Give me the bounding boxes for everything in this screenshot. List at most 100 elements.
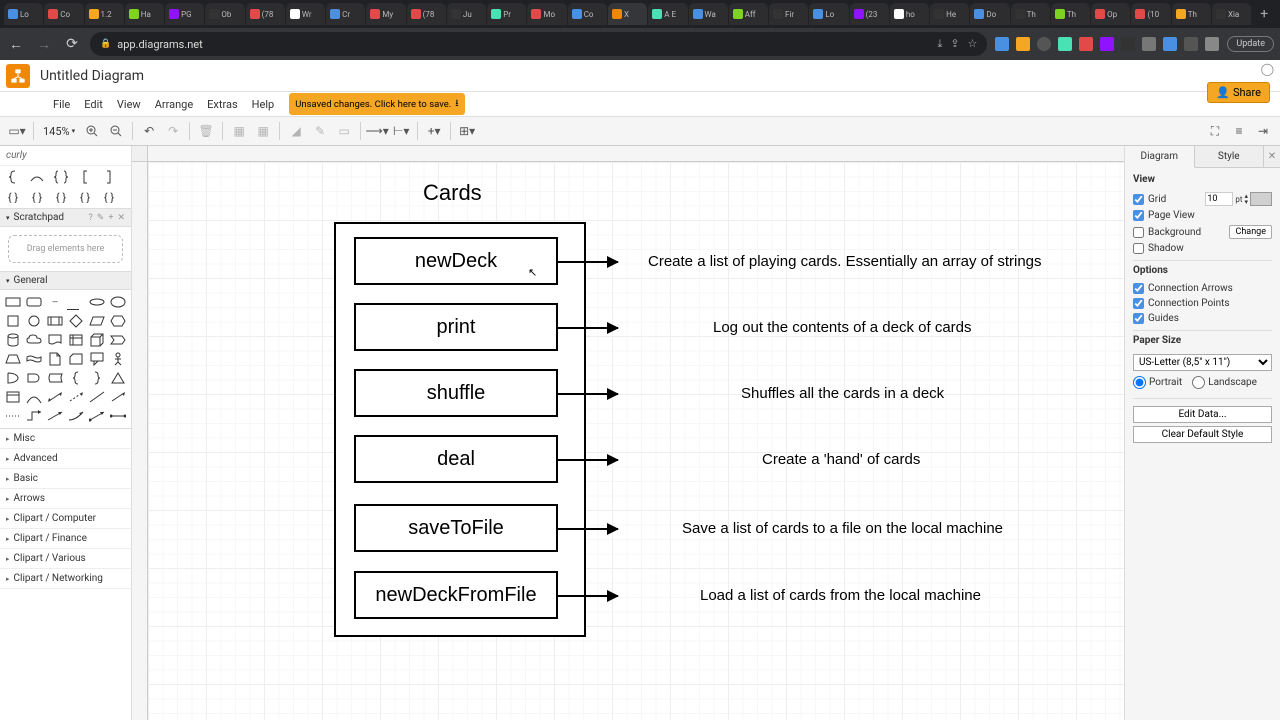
shape-callout[interactable] [88,351,106,367]
extension-icon[interactable] [1142,37,1156,51]
shape-square[interactable] [4,313,22,329]
shape-list[interactable] [4,389,22,405]
extension-icon[interactable] [1163,37,1177,51]
shape-rect[interactable] [4,294,22,310]
clear-default-style-button[interactable]: Clear Default Style [1133,426,1272,443]
redo-button[interactable]: ↷ [162,120,184,142]
category-misc[interactable]: ▸Misc [0,429,131,449]
extension-icon[interactable] [1016,37,1030,51]
browser-tab[interactable]: Pr [487,3,526,25]
browser-tab[interactable]: (23 [850,3,889,25]
method-savetofile[interactable]: saveToFile [354,504,558,552]
reload-button[interactable]: ⟳ [62,36,82,52]
category-clipart-various[interactable]: ▸Clipart / Various [0,549,131,569]
shape-step[interactable] [109,332,127,348]
shape-line[interactable] [88,389,106,405]
ruler-vertical[interactable] [132,162,148,720]
zoom-in-button[interactable] [81,120,103,142]
browser-tab[interactable]: 1.2 [85,3,124,25]
desc-newdeck[interactable]: Create a list of playing cards. Essentia… [648,253,1042,270]
close-scratch-icon[interactable]: ✕ [117,213,125,223]
zoom-out-button[interactable] [105,120,127,142]
desc-savetofile[interactable]: Save a list of cards to a file on the lo… [682,520,1003,537]
category-basic[interactable]: ▸Basic [0,469,131,489]
arrow-deal[interactable] [558,459,618,461]
shape-bracket-left[interactable] [76,170,94,184]
new-tab-button[interactable]: + [1252,6,1276,22]
browser-tab[interactable]: ho [890,3,929,25]
shape-hexagon[interactable] [109,313,127,329]
browser-tab[interactable]: My [366,3,405,25]
landscape-radio[interactable] [1192,376,1205,389]
table-button[interactable]: ⊞▾ [456,120,478,142]
fill-color-button[interactable]: ◢ [285,120,307,142]
shape-line-dotted[interactable] [4,408,22,424]
menu-edit[interactable]: Edit [77,95,110,114]
menu-view[interactable]: View [110,95,148,114]
share-url-icon[interactable]: ⇪ [950,37,959,51]
url-bar[interactable]: 🔒 app.diagrams.net ⤓ ⇪ ☆ [90,32,987,56]
desc-shuffle[interactable]: Shuffles all the cards in a deck [741,385,944,402]
guides-checkbox[interactable] [1133,313,1144,324]
shape-document[interactable] [46,332,64,348]
view-mode-button[interactable]: ▭▾ [6,120,28,142]
menu-help[interactable]: Help [245,95,282,114]
line-color-button[interactable]: ✎ [309,120,331,142]
conn-arrows-checkbox[interactable] [1133,283,1144,294]
shape-note[interactable] [46,351,64,367]
browser-tab[interactable]: Lo [809,3,848,25]
extension-icon[interactable] [1184,37,1198,51]
install-icon[interactable]: ⤓ [937,37,942,51]
browser-tab[interactable]: Cr [326,3,365,25]
shadow-button[interactable]: ▭ [333,120,355,142]
zoom-select[interactable]: 145%▾ [39,125,79,138]
shadow-checkbox[interactable] [1133,243,1144,254]
extension-icon[interactable] [1205,37,1219,51]
scratchpad-dropzone[interactable]: Drag elements here [8,235,123,263]
shape-diamond[interactable] [67,313,85,329]
shape-curly-right[interactable] [88,370,106,386]
fullscreen-button[interactable]: ⛶ [1204,120,1226,142]
format-button[interactable]: ≡ [1228,120,1250,142]
grid-size-input[interactable] [1205,192,1233,206]
shape-trapezoid[interactable] [4,351,22,367]
category-clipart-computer[interactable]: ▸Clipart / Computer [0,509,131,529]
menu-arrange[interactable]: Arrange [148,95,200,114]
shape-text[interactable]: — [46,294,64,310]
shape-process[interactable] [46,313,64,329]
edit-data-button[interactable]: Edit Data... [1133,406,1272,423]
extension-icon[interactable] [1058,37,1072,51]
shape-arrow-up[interactable] [109,389,127,405]
account-icon[interactable]: ◯ [1261,62,1274,76]
extension-icon[interactable] [995,37,1009,51]
desc-deal[interactable]: Create a 'hand' of cards [762,451,920,468]
to-front-button[interactable]: ▦ [228,120,250,142]
shape-rounded[interactable] [25,294,43,310]
method-shuffle[interactable]: shuffle [354,369,558,417]
browser-tab[interactable]: A E [648,3,687,25]
browser-tab[interactable]: Th [1011,3,1050,25]
browser-tab[interactable]: Xia [1212,3,1251,25]
drawio-logo-icon[interactable] [6,64,30,88]
shape-cylinder[interactable] [4,332,22,348]
desc-newdeckfromfile[interactable]: Load a list of cards from the local mach… [700,587,981,604]
forward-button[interactable]: → [34,36,54,53]
shape-card[interactable] [67,351,85,367]
delete-button[interactable]: 🗑 [195,120,217,142]
shape-arrow-dashed[interactable] [67,389,85,405]
grid-checkbox[interactable] [1133,194,1144,205]
shape-connector-5[interactable] [109,408,127,424]
browser-tab[interactable]: (78 [407,3,446,25]
tab-diagram[interactable]: Diagram [1125,146,1195,168]
share-button[interactable]: 👤 Share [1207,82,1270,103]
shape-brace-pair-4[interactable]: { } [52,190,70,204]
shape-search-input[interactable] [4,148,132,163]
shape-connector-1[interactable] [25,408,43,424]
grid-down-icon[interactable]: ▾ [1244,199,1248,205]
category-clipart-finance[interactable]: ▸Clipart / Finance [0,529,131,549]
extension-icon[interactable] [1079,37,1093,51]
shape-connector-4[interactable] [88,408,106,424]
browser-tab[interactable]: Th [1051,3,1090,25]
browser-tab[interactable]: Th [1172,3,1211,25]
arrow-shuffle[interactable] [558,393,618,395]
